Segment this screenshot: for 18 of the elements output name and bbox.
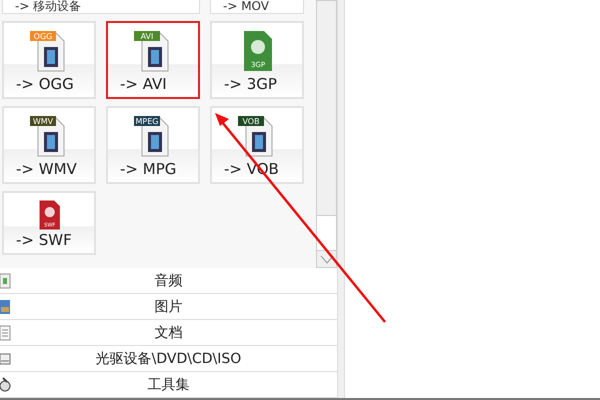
- audio-icon: [0, 272, 11, 290]
- convert-tile[interactable]: -> MOV: [210, 0, 304, 14]
- convert-tile[interactable]: OGG -> OGG: [2, 21, 96, 99]
- scrollbar[interactable]: [316, 0, 337, 268]
- tile-label: -> MPG: [119, 160, 176, 178]
- tools-icon: [0, 376, 11, 394]
- convert-tile[interactable]: AVI -> AVI: [106, 21, 200, 99]
- convert-tile[interactable]: MPEG -> MPG: [106, 106, 200, 184]
- tile-label: -> WMV: [15, 160, 77, 178]
- tile-label: -> AVI: [119, 75, 167, 93]
- document-icon: [0, 324, 11, 342]
- convert-tile[interactable]: WMV -> WMV: [2, 106, 96, 184]
- tile-label: -> SWF: [15, 231, 72, 249]
- scroll-down-icon[interactable]: [320, 254, 334, 264]
- tile-label: -> OGG: [15, 75, 74, 93]
- tile-label: -> 3GP: [223, 75, 277, 93]
- image-icon: [0, 298, 11, 316]
- convert-tile[interactable]: -> 移动设备: [2, 0, 200, 14]
